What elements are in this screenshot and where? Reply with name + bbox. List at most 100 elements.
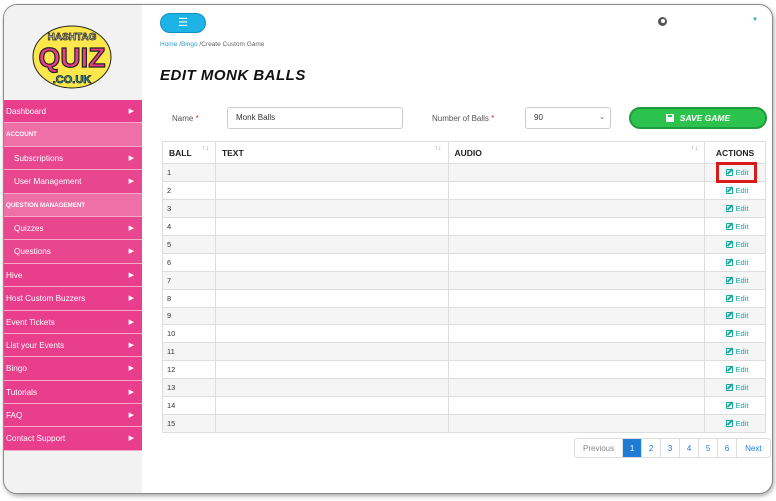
sort-icon: ↑↓ — [201, 145, 209, 152]
table-row: 14 Edit — [162, 396, 766, 416]
table-header-row: BALL ↑↓ TEXT ↑↓ AUDIO ↑↓ ACTIONS — [162, 141, 766, 164]
hashtag-quiz-logo[interactable]: HASHTAG QUIZ .CO.UK — [32, 23, 112, 91]
text-cell — [214, 324, 449, 344]
breadcrumb-bingo-link[interactable]: Bingo — [181, 41, 198, 48]
sidebar-item-label: Event Tickets — [6, 317, 55, 327]
edit-icon — [725, 312, 733, 320]
user-avatar-icon[interactable] — [658, 17, 667, 26]
sidebar-section-header: QUESTION MANAGEMENT — [4, 193, 142, 217]
edit-label: Edit — [735, 239, 749, 249]
ball-cell: 5 — [162, 234, 216, 254]
sidebar-item-label: List your Events — [6, 340, 65, 350]
pagination-page[interactable]: 4 — [680, 439, 700, 457]
sidebar-item-label: Contact Support — [6, 434, 66, 444]
pagination-page[interactable]: 5 — [699, 439, 719, 457]
text-cell — [214, 288, 449, 308]
edit-link[interactable]: Edit — [725, 365, 748, 374]
chevron-right-icon: ▶ — [128, 412, 134, 420]
pagination-page[interactable]: 6 — [718, 439, 738, 457]
edit-link[interactable]: Edit — [725, 258, 748, 267]
ball-cell: 15 — [162, 414, 216, 434]
column-header-ball[interactable]: BALL ↑↓ — [162, 141, 216, 164]
sidebar-item[interactable]: Event Tickets ▶ — [4, 310, 142, 334]
menu-toggle-button[interactable]: ☰ — [160, 13, 206, 33]
sidebar-item[interactable]: Tutorials ▶ — [4, 380, 142, 405]
chevron-right-icon: ▶ — [128, 108, 134, 115]
actions-cell: Edit — [704, 252, 766, 272]
edit-icon — [725, 402, 733, 410]
edit-link[interactable]: Edit — [725, 293, 749, 303]
table-row: 13 Edit — [162, 378, 766, 398]
edit-label: Edit — [735, 185, 749, 195]
edit-link[interactable]: Edit — [725, 185, 749, 195]
name-input[interactable]: Monk Balls — [227, 107, 403, 129]
edit-label: Edit — [735, 203, 749, 213]
sidebar-item-label: Quizzes — [14, 223, 44, 233]
ball-cell: 10 — [162, 324, 216, 344]
edit-link[interactable]: Edit — [725, 401, 748, 410]
edit-link[interactable]: Edit — [725, 347, 748, 356]
pagination-page[interactable]: 3 — [661, 439, 681, 457]
balls-table: BALL ↑↓ TEXT ↑↓ AUDIO ↑↓ ACTIONS 1 Edit 2 Edit… — [162, 141, 766, 434]
sidebar-item[interactable]: FAQ ▶ — [4, 404, 142, 428]
edit-label: Edit — [735, 293, 749, 303]
sidebar-item[interactable]: Hive ▶ — [4, 263, 142, 288]
pagination-page[interactable]: 2 — [642, 439, 662, 457]
sidebar-item-label: Hive — [6, 270, 23, 280]
sidebar-item[interactable]: Bingo ▶ — [4, 357, 142, 381]
app-window: HASHTAG QUIZ .CO.UK Dashboard ▶ ACCOUNT Sub… — [3, 4, 773, 494]
edit-link[interactable]: Edit — [725, 311, 748, 320]
save-game-button[interactable]: SAVE GAME — [629, 107, 767, 129]
text-cell — [214, 198, 449, 218]
audio-cell — [447, 414, 706, 434]
number-of-balls-select[interactable]: 90 ⌄ — [525, 107, 611, 129]
column-header-actions: ACTIONS — [704, 141, 766, 164]
text-cell — [214, 378, 449, 398]
edit-icon — [725, 420, 733, 428]
audio-cell — [447, 180, 706, 200]
table-row: 12 Edit — [162, 360, 766, 380]
pagination-next[interactable]: Next — [737, 439, 769, 457]
number-of-balls-label: Number of Balls * — [432, 114, 494, 123]
actions-cell: Edit — [704, 306, 766, 326]
sidebar-item[interactable]: User Management ▶ — [4, 170, 142, 194]
edit-link[interactable]: Edit — [725, 276, 748, 285]
edit-icon — [725, 240, 733, 248]
edit-link[interactable]: Edit — [725, 419, 748, 428]
audio-cell — [447, 234, 706, 254]
edit-link[interactable]: Edit — [725, 383, 748, 392]
pagination: Previous 1 2 3 4 5 6 Next — [574, 438, 771, 458]
sidebar-item[interactable]: Quizzes ▶ — [4, 216, 142, 241]
edit-link[interactable]: Edit — [725, 239, 749, 249]
column-header-text[interactable]: TEXT ↑↓ — [214, 141, 449, 164]
user-menu-caret-icon[interactable]: ▼ — [752, 17, 758, 23]
edit-icon — [725, 204, 733, 212]
ball-cell: 1 — [162, 163, 216, 182]
edit-link[interactable]: Edit — [725, 222, 748, 231]
sidebar-item[interactable]: Host Custom Buzzers ▶ — [4, 287, 142, 311]
edit-label: Edit — [735, 167, 749, 177]
column-header-audio[interactable]: AUDIO ↑↓ — [447, 141, 706, 164]
edit-link[interactable]: Edit — [725, 329, 748, 338]
sort-icon: ↑↓ — [691, 145, 699, 152]
breadcrumb-home-link[interactable]: Home — [160, 41, 177, 48]
sidebar-item[interactable]: Subscriptions ▶ — [4, 146, 142, 171]
edit-link[interactable]: Edit — [725, 167, 749, 177]
chevron-right-icon: ▶ — [128, 271, 134, 279]
pagination-previous[interactable]: Previous — [575, 439, 624, 457]
sidebar-item[interactable]: Questions ▶ — [4, 240, 142, 264]
sidebar-item[interactable]: Dashboard ▶ — [4, 100, 142, 124]
sidebar-item[interactable]: Contact Support ▶ — [4, 427, 142, 451]
audio-cell — [447, 288, 706, 308]
edit-icon — [725, 348, 733, 356]
pagination-page[interactable]: 1 — [623, 439, 643, 457]
text-cell — [214, 396, 449, 416]
sidebar-item[interactable]: List your Events ▶ — [4, 333, 142, 358]
edit-link[interactable]: Edit — [725, 203, 749, 213]
table-row: 11 Edit — [162, 342, 766, 362]
actions-cell: Edit — [704, 163, 766, 182]
sort-icon: ↑↓ — [434, 145, 442, 152]
audio-cell — [447, 163, 706, 182]
audio-cell — [447, 396, 706, 416]
chevron-right-icon: ▶ — [128, 435, 134, 443]
